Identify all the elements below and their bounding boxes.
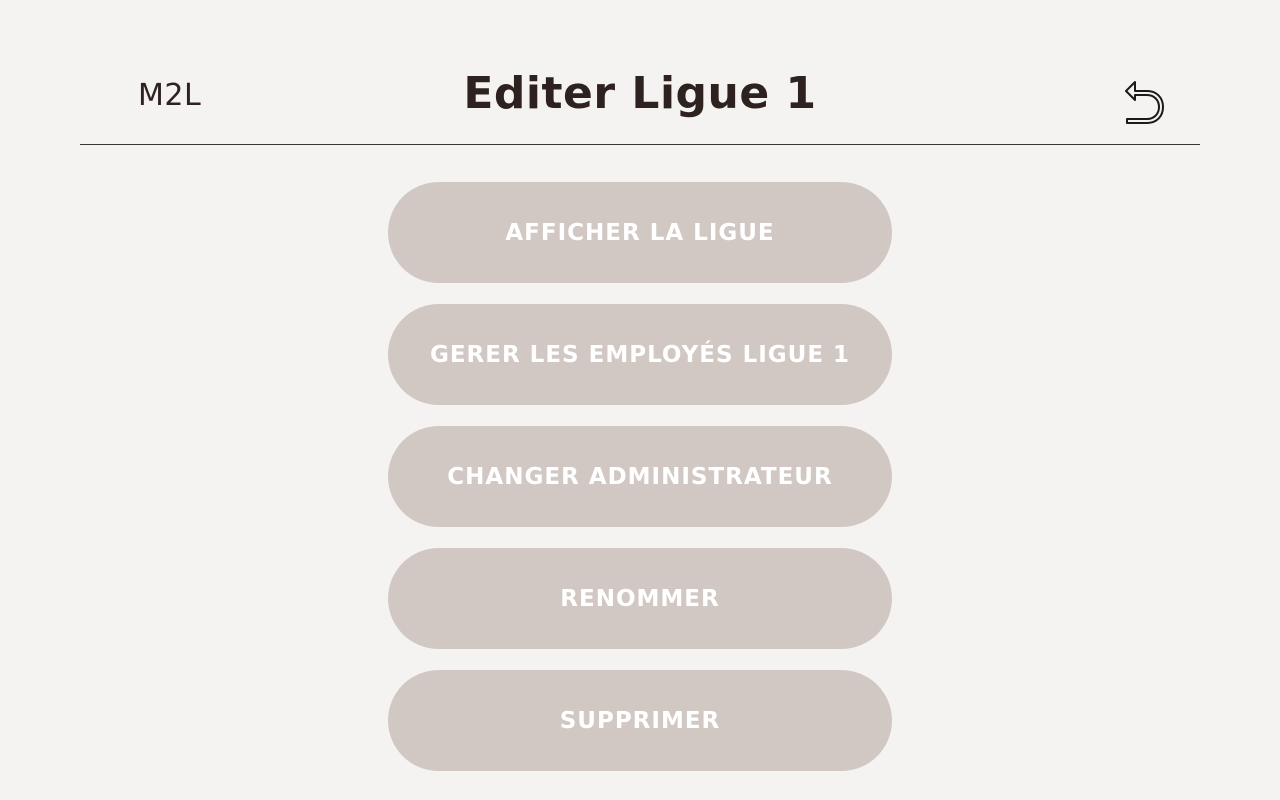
back-arrow-icon xyxy=(1125,81,1164,124)
rename-button[interactable]: RENOMMER xyxy=(388,548,892,649)
action-list: AFFICHER LA LIGUE GERER LES EMPLOYÉS LIG… xyxy=(388,182,892,792)
page-title: Editer Ligue 1 xyxy=(463,68,817,119)
header-divider xyxy=(80,144,1200,145)
change-admin-button[interactable]: CHANGER ADMINISTRATEUR xyxy=(388,426,892,527)
delete-button[interactable]: SUPPRIMER xyxy=(388,670,892,771)
back-button[interactable] xyxy=(1121,78,1169,126)
show-league-button[interactable]: AFFICHER LA LIGUE xyxy=(388,182,892,283)
manage-employees-button[interactable]: GERER LES EMPLOYÉS LIGUE 1 xyxy=(388,304,892,405)
